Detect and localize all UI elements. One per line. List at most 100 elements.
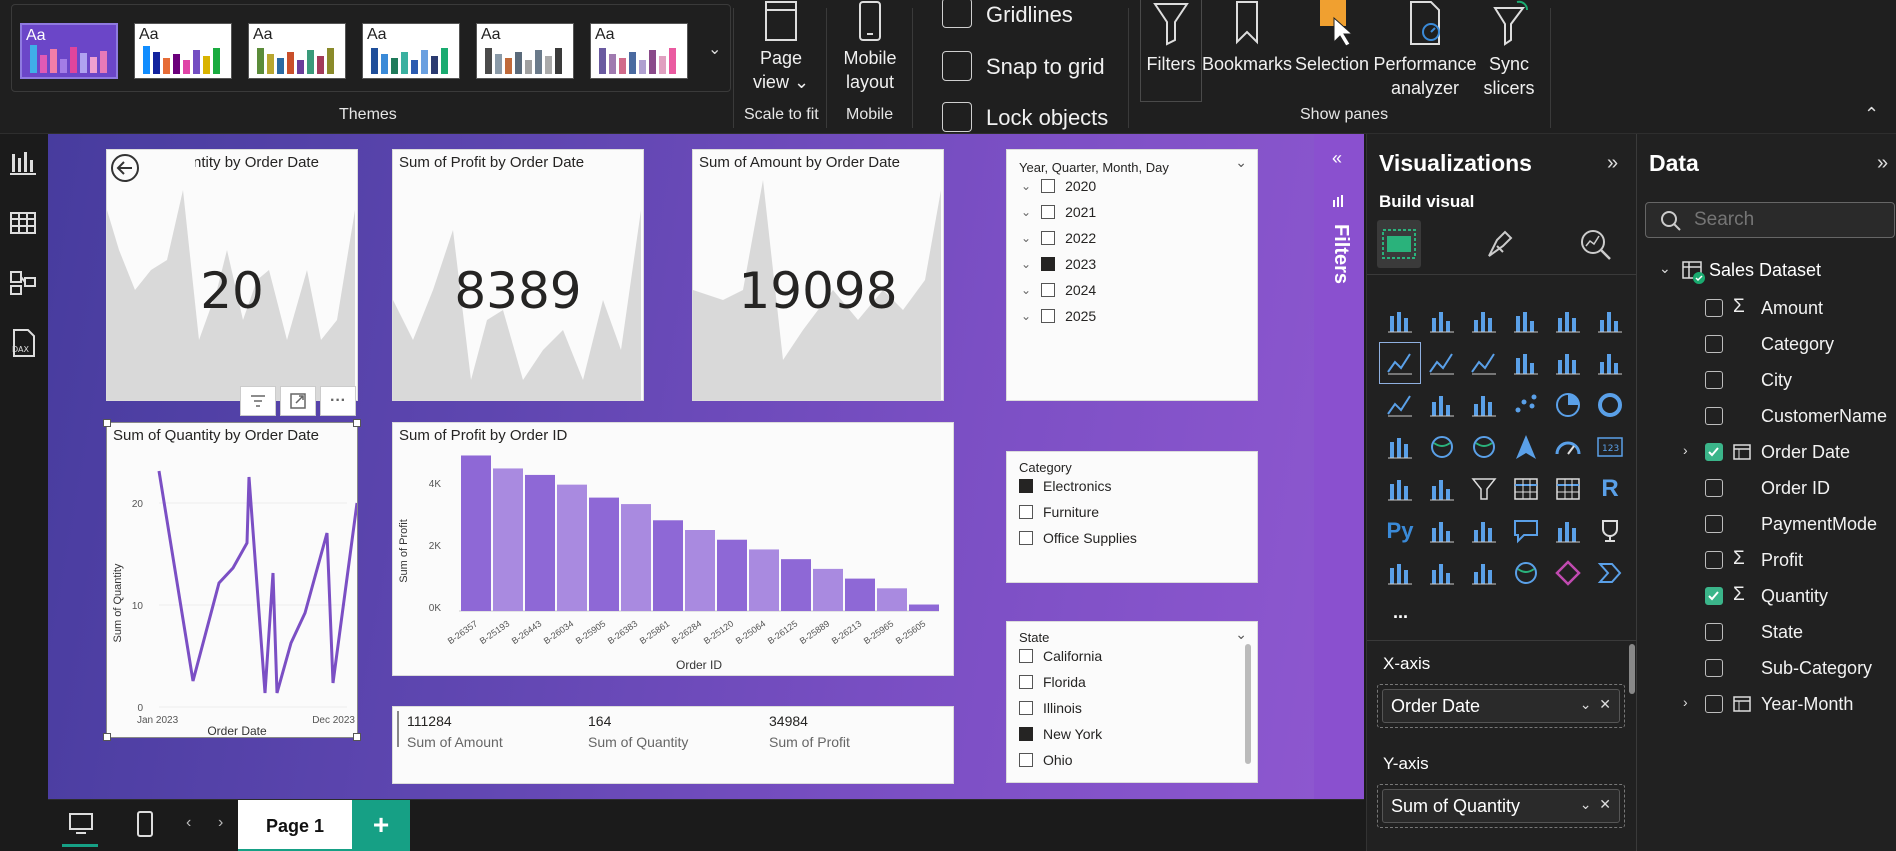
theme-swatch-5[interactable]: Aa <box>476 23 574 79</box>
field-expand-icon[interactable]: › <box>1683 694 1688 710</box>
profit-bar[interactable] <box>589 497 619 611</box>
expand-filters-icon[interactable]: « <box>1332 148 1342 169</box>
stacked-bar-chart-icon[interactable] <box>1379 300 1421 342</box>
date-slicer-year-row[interactable]: ⌄ 2025 <box>1021 308 1096 324</box>
sync-slicers-button[interactable]: Sync slicers <box>1478 0 1540 100</box>
field-checkbox[interactable] <box>1705 443 1723 461</box>
profit-bar[interactable] <box>525 474 555 611</box>
line-column-chart-icon[interactable] <box>1547 342 1589 384</box>
stacked-area-chart-icon[interactable] <box>1463 342 1505 384</box>
kpi-icon[interactable] <box>1421 468 1463 510</box>
power-apps-icon[interactable] <box>1421 552 1463 594</box>
profit-bar[interactable] <box>621 504 651 611</box>
paginated-report-icon[interactable] <box>1379 552 1421 594</box>
scatter-chart-icon[interactable] <box>1505 384 1547 426</box>
format-visual-icon[interactable] <box>1483 226 1519 262</box>
profit-bar[interactable] <box>557 484 587 611</box>
theme-swatch-6[interactable]: Aa <box>590 23 688 79</box>
clustered-column-chart-icon[interactable] <box>1505 300 1547 342</box>
state-slicer-chevron-icon[interactable]: ⌄ <box>1235 626 1247 643</box>
table-icon[interactable] <box>1505 468 1547 510</box>
power-automate-icon[interactable] <box>1463 552 1505 594</box>
year-checkbox[interactable] <box>1041 309 1056 323</box>
category-slicer[interactable]: Category Electronics Furniture Office Supp… <box>1006 451 1258 583</box>
profit-area-card[interactable]: Sum of Profit by Order Date 8389 <box>392 149 644 401</box>
analytics-icon[interactable] <box>1577 226 1613 262</box>
state-checkbox[interactable] <box>1019 701 1033 715</box>
line-clustered-column-chart-icon[interactable] <box>1589 342 1631 384</box>
year-checkbox[interactable] <box>1041 283 1056 297</box>
field-checkbox[interactable] <box>1705 299 1723 317</box>
performance-analyzer-button[interactable]: Performance analyzer <box>1372 0 1478 100</box>
snap-to-grid-checkbox[interactable] <box>942 51 972 81</box>
field-label[interactable]: Order ID <box>1761 476 1830 500</box>
page-view-button[interactable]: Page view ⌄ <box>742 0 820 94</box>
focus-mode-button[interactable] <box>280 386 316 416</box>
state-slicer-row[interactable]: Ohio <box>1019 752 1073 768</box>
100-column-chart-icon[interactable] <box>1589 300 1631 342</box>
pie-chart-icon[interactable] <box>1547 384 1589 426</box>
field-checkbox[interactable] <box>1705 515 1723 533</box>
y-axis-field[interactable]: Sum of Quantity <box>1391 796 1520 816</box>
field-checkbox[interactable] <box>1705 479 1723 497</box>
field-label[interactable]: Quantity <box>1761 584 1828 608</box>
map-icon[interactable] <box>1421 426 1463 468</box>
profit-bar[interactable] <box>717 539 747 611</box>
data-search-input[interactable] <box>1694 207 1884 233</box>
matrix-icon[interactable] <box>1547 468 1589 510</box>
date-hierarchy-slicer[interactable]: Year, Quarter, Month, Day ⌄ ⌄ 2020 ⌄ 2021 ⌄ 2… <box>1006 149 1258 401</box>
filter-visual-button[interactable] <box>240 386 276 416</box>
card-icon[interactable]: 123 <box>1589 426 1631 468</box>
funnel-chart-icon[interactable] <box>1463 384 1505 426</box>
waterfall-chart-icon[interactable] <box>1421 384 1463 426</box>
year-checkbox[interactable] <box>1041 179 1056 193</box>
more-options-button[interactable]: ··· <box>320 386 356 416</box>
bookmarks-pane-button[interactable]: Bookmarks <box>1202 0 1292 76</box>
report-view-icon[interactable] <box>8 148 38 178</box>
goals-icon[interactable] <box>1589 510 1631 552</box>
expand-chevron-icon[interactable]: ⌄ <box>1021 179 1031 193</box>
resize-handle[interactable] <box>353 733 361 741</box>
previous-page-icon[interactable]: ‹ <box>186 814 191 832</box>
100-area-chart-icon[interactable] <box>1505 342 1547 384</box>
next-page-icon[interactable]: › <box>218 814 223 832</box>
field-checkbox[interactable] <box>1705 335 1723 353</box>
state-checkbox[interactable] <box>1019 753 1033 767</box>
expand-chevron-icon[interactable]: ⌄ <box>1021 257 1031 271</box>
add-page-button[interactable]: + <box>352 800 410 851</box>
category-checkbox[interactable] <box>1019 505 1033 519</box>
state-checkbox[interactable] <box>1019 727 1033 741</box>
mobile-layout-button[interactable]: Mobile layout <box>834 0 906 94</box>
field-checkbox[interactable] <box>1705 371 1723 389</box>
python-visual-icon[interactable]: Py <box>1379 510 1421 552</box>
decomposition-tree-icon[interactable] <box>1463 510 1505 552</box>
collapse-visualizations-icon[interactable]: » <box>1607 152 1618 175</box>
category-checkbox[interactable] <box>1019 479 1033 493</box>
field-checkbox[interactable] <box>1705 623 1723 641</box>
donut-chart-icon[interactable] <box>1589 384 1631 426</box>
dataset-collapse-icon[interactable]: ⌄ <box>1659 260 1671 277</box>
expand-chevron-icon[interactable]: ⌄ <box>1021 309 1031 323</box>
state-slicer-row[interactable]: Illinois <box>1019 700 1082 716</box>
arcgis-map-icon[interactable] <box>1505 552 1547 594</box>
field-label[interactable]: Year-Month <box>1761 692 1853 716</box>
filled-map-icon[interactable] <box>1463 426 1505 468</box>
profit-bar[interactable] <box>845 578 875 611</box>
gridlines-checkbox[interactable] <box>942 0 972 28</box>
chevron-visual-icon[interactable] <box>1589 552 1631 594</box>
field-label[interactable]: PaymentMode <box>1761 512 1877 536</box>
dax-query-view-icon[interactable]: DAX <box>8 328 38 358</box>
category-slicer-row[interactable]: Furniture <box>1019 504 1099 520</box>
profit-bar[interactable] <box>909 604 939 611</box>
profit-bar[interactable] <box>685 530 715 611</box>
field-label[interactable]: Order Date <box>1761 440 1850 464</box>
field-checkbox[interactable] <box>1705 659 1723 677</box>
quantity-line-chart-card[interactable]: Sum of Quantity by Order Date 20 10 0 Su… <box>103 419 361 741</box>
collapse-data-icon[interactable]: » <box>1877 152 1888 175</box>
field-label[interactable]: Amount <box>1761 296 1823 320</box>
page-1-tab[interactable]: Page 1 <box>238 800 352 851</box>
amount-area-card[interactable]: Sum of Amount by Order Date 19098 <box>692 149 944 401</box>
theme-swatch-4[interactable]: Aa <box>362 23 460 79</box>
clustered-bar-chart-icon[interactable] <box>1463 300 1505 342</box>
field-label[interactable]: CustomerName <box>1761 404 1887 428</box>
